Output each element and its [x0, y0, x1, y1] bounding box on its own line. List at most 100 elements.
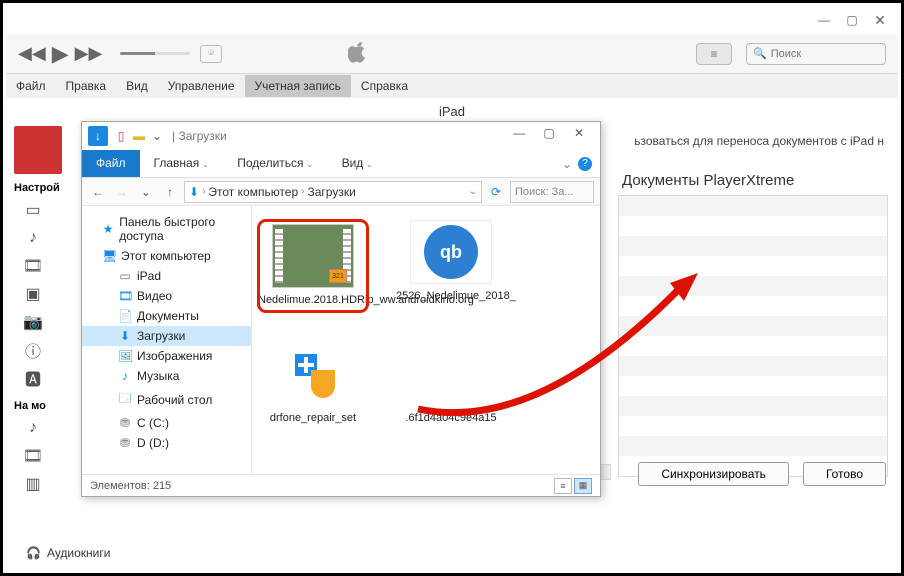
filesharing-icon[interactable]: 🅰 [22, 368, 44, 388]
tree-item[interactable]: ▭ iPad [82, 266, 251, 286]
tree-label: Этот компьютер [121, 249, 211, 263]
next-track-button[interactable]: ▶▶ [75, 43, 103, 64]
file-label: Nedelimue.2018.HDRip_ww.androidkino.org [258, 294, 368, 306]
exp-maximize[interactable]: ▢ [534, 126, 564, 146]
ribbon-file[interactable]: Файл [82, 150, 140, 177]
refresh-button[interactable]: ⟳ [486, 182, 506, 202]
tree-label: Панель быстрого доступа [119, 215, 245, 243]
summary-icon[interactable]: ▭ [22, 200, 44, 220]
tree-item[interactable]: ⛃D (D:) [82, 433, 251, 453]
prev-track-button[interactable]: ◀◀ [18, 43, 46, 64]
qat-pin-icon[interactable]: ▯ [112, 129, 130, 143]
done-button[interactable]: Готово [803, 462, 886, 486]
tree-item[interactable]: ★ Панель быстрого доступа [82, 212, 251, 246]
tv-icon[interactable]: ▣ [22, 284, 44, 304]
qat-dropdown-icon[interactable]: ⌄ [148, 129, 166, 143]
crumb-pc[interactable]: Этот компьютер [208, 185, 298, 199]
tree-item[interactable]: ♪ Музыка [82, 366, 251, 386]
tree-item[interactable]: ⬇Загрузки [82, 326, 251, 346]
qat-folder-icon[interactable]: ▬ [130, 129, 148, 143]
documents-list[interactable] [618, 195, 888, 477]
view-details-button[interactable]: ≡ [554, 478, 572, 494]
tree-label: Документы [137, 309, 199, 323]
explorer-addressbar: ← → ⌄ ↑ ⬇ › Этот компьютер › Загрузки ⌄ … [82, 178, 600, 206]
item-count: Элементов: 215 [90, 480, 171, 492]
explorer-search[interactable]: Поиск: За... [510, 181, 594, 203]
movies-icon[interactable]: 🎞 [22, 256, 44, 276]
drfone-icon [289, 350, 337, 398]
tree-item[interactable]: 🖼Изображения [82, 346, 251, 366]
tree-item[interactable]: 🖥 Этот компьютер [82, 246, 251, 266]
menu-view[interactable]: Вид [116, 75, 158, 97]
sidebar-section-settings: Настрой [6, 180, 71, 196]
menu-help[interactable]: Справка [351, 75, 418, 97]
nav-back[interactable]: ← [88, 182, 108, 202]
nav-fwd[interactable]: → [112, 182, 132, 202]
menu-controls[interactable]: Управление [158, 75, 245, 97]
tree-item[interactable]: 🗔 Рабочий стол [82, 386, 251, 413]
sidebar-item-audiobooks[interactable]: 🎧 Аудиокниги [26, 546, 110, 560]
tree-icon: 🗔 [118, 389, 132, 410]
ribbon-share[interactable]: Поделиться [223, 150, 327, 177]
sync-button[interactable]: Синхронизировать [638, 462, 789, 486]
nav-history[interactable]: ⌄ [136, 182, 156, 202]
maximize-button[interactable]: ▢ [838, 10, 866, 30]
tree-icon: ⛃ [118, 436, 132, 450]
crumb-dropdown-icon[interactable]: ⌄ [469, 186, 477, 197]
photos-icon[interactable]: 📷 [22, 312, 44, 332]
file-label: .6f1d4a04c9e4a15 [396, 412, 506, 424]
crumb-downloads[interactable]: Загрузки [307, 185, 355, 199]
volume-slider[interactable] [120, 52, 190, 55]
tree-icon: ♪ [118, 369, 132, 383]
ribbon-view[interactable]: Вид [328, 150, 388, 177]
tree-item[interactable]: 🎞Видео [82, 286, 251, 306]
audiobook-label: Аудиокниги [47, 546, 111, 560]
view-icons-button[interactable]: ▦ [574, 478, 592, 494]
airplay-button[interactable]: ⌾ [200, 45, 222, 63]
file-video-nedelimue[interactable]: 321 Nedelimue.2018.HDRip_ww.androidkino.… [258, 220, 368, 312]
file-torrent[interactable]: qb 2526_Nedelimue_2018_ [396, 220, 506, 312]
device-thumb[interactable] [14, 126, 62, 174]
play-button[interactable]: ▶ [52, 41, 69, 67]
ribbon-home[interactable]: Главная [140, 150, 224, 177]
tree-icon: ▭ [118, 269, 132, 283]
itunes-menubar: Файл Правка Вид Управление Учетная запис… [6, 74, 898, 98]
sidebar-section-ondevice: На мо [6, 398, 71, 414]
documents-panel: Документы PlayerXtreme [618, 166, 888, 477]
file-drfone[interactable]: drfone_repair_set [258, 342, 368, 424]
tree-icon: 🖥 [102, 249, 116, 263]
help-icon[interactable]: ? [578, 157, 592, 171]
list-view-button[interactable]: ≡ [696, 43, 732, 65]
tree-label: Музыка [137, 369, 179, 383]
ondevice-movies-icon[interactable]: 🎞 [22, 446, 44, 466]
explorer-ribbon: Файл Главная Поделиться Вид ⌄ ? [82, 150, 600, 178]
itunes-titlebar: — ▢ ✕ [6, 6, 898, 34]
menu-file[interactable]: Файл [6, 75, 56, 97]
info-text: ьзоваться для переноса документов с iPad… [634, 134, 884, 148]
search-box[interactable]: 🔍 [746, 43, 886, 65]
breadcrumb[interactable]: ⬇ › Этот компьютер › Загрузки ⌄ [184, 181, 482, 203]
minimize-button[interactable]: — [810, 10, 838, 30]
tree-item[interactable]: 📄Документы [82, 306, 251, 326]
ondevice-books-icon[interactable]: ▥ [22, 474, 44, 494]
search-input[interactable] [771, 48, 879, 60]
file-label: 2526_Nedelimue_2018_ [396, 290, 506, 302]
qat-down-icon[interactable]: ↓ [88, 126, 108, 146]
file-label: drfone_repair_set [258, 412, 368, 424]
close-button[interactable]: ✕ [866, 10, 894, 30]
tree-label: Рабочий стол [137, 393, 212, 407]
tree-item[interactable]: ⛃C (C:) [82, 413, 251, 433]
ondevice-music-icon[interactable]: ♪ [22, 418, 44, 438]
menu-account[interactable]: Учетная запись [245, 75, 351, 97]
file-hexname[interactable]: .6f1d4a04c9e4a15 [396, 342, 506, 424]
nav-up[interactable]: ↑ [160, 182, 180, 202]
tree-icon: ★ [102, 222, 114, 236]
menu-edit[interactable]: Правка [56, 75, 117, 97]
exp-minimize[interactable]: — [504, 126, 534, 146]
tree-label: iPad [137, 269, 161, 283]
ribbon-expand-icon[interactable]: ⌄ [562, 157, 572, 171]
info-icon[interactable]: ⓘ [22, 340, 44, 360]
exp-close[interactable]: ✕ [564, 126, 594, 146]
explorer-tree: ★ Панель быстрого доступа🖥 Этот компьютер ▭… [82, 206, 252, 474]
music-icon[interactable]: ♪ [22, 228, 44, 248]
